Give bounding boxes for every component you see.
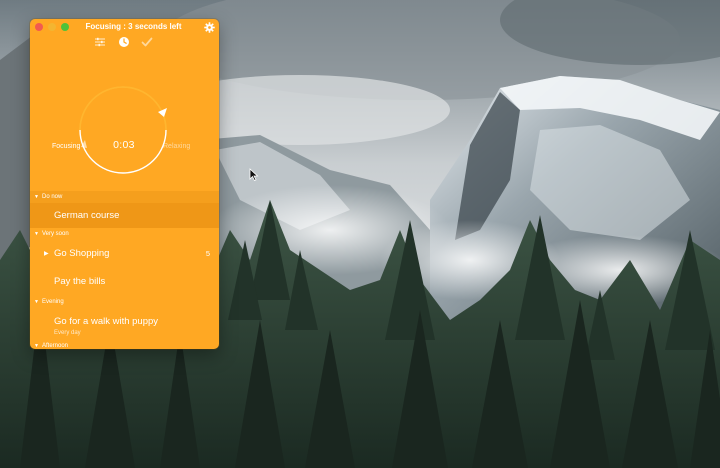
view-toolbar bbox=[30, 36, 219, 51]
minimize-button[interactable] bbox=[48, 23, 56, 31]
task-label: Go for a walk with puppy bbox=[54, 316, 159, 327]
triangle-down-icon: ▼ bbox=[34, 299, 39, 305]
triangle-down-icon: ▼ bbox=[34, 194, 39, 200]
section-header-do-now[interactable]: ▼ Do now bbox=[30, 191, 219, 203]
task-label: Go Shopping bbox=[54, 248, 110, 259]
task-list: ▼ Do now German course ▼ Very soon ▶ Go … bbox=[30, 191, 219, 349]
title-bar[interactable]: Focusing : 3 seconds left bbox=[30, 19, 219, 36]
section-label: Afternoon bbox=[42, 343, 69, 349]
close-button[interactable] bbox=[35, 23, 43, 31]
section-header-afternoon[interactable]: ▼ Afternoon bbox=[30, 340, 219, 349]
section-label: Very soon bbox=[42, 231, 69, 237]
checkmark-icon[interactable] bbox=[141, 36, 153, 48]
timer-ring bbox=[79, 86, 167, 174]
triangle-down-icon: ▼ bbox=[34, 231, 39, 237]
section-label: Evening bbox=[42, 299, 64, 305]
subtask-count: 5 bbox=[205, 249, 210, 258]
timer-panel: Focusing 0:03 Relaxing bbox=[30, 51, 219, 191]
task-row-walk-puppy[interactable]: Go for a walk with puppy Every day bbox=[30, 308, 219, 340]
gear-icon[interactable] bbox=[204, 22, 215, 33]
section-label: Do now bbox=[42, 194, 63, 200]
list-icon[interactable] bbox=[94, 36, 106, 48]
triangle-down-icon: ▼ bbox=[34, 343, 39, 349]
clock-icon[interactable] bbox=[118, 36, 130, 48]
window-title: Focusing : 3 seconds left bbox=[85, 22, 182, 31]
focus-app-window: Focusing : 3 seconds left Focusing 0:03 … bbox=[30, 19, 219, 349]
countdown-display: 0:03 bbox=[113, 139, 135, 151]
task-label: Pay the bills bbox=[54, 276, 106, 287]
arrow-cursor-icon bbox=[249, 168, 259, 181]
section-header-very-soon[interactable]: ▼ Very soon bbox=[30, 228, 219, 240]
task-label: German course bbox=[54, 210, 120, 221]
task-row-german-course[interactable]: German course bbox=[30, 203, 219, 228]
triangle-right-icon[interactable]: ▶ bbox=[44, 240, 49, 268]
section-header-evening[interactable]: ▼ Evening bbox=[30, 296, 219, 308]
focusing-label[interactable]: Focusing bbox=[52, 143, 80, 150]
task-row-pay-the-bills[interactable]: Pay the bills bbox=[30, 268, 219, 296]
relaxing-label[interactable]: Relaxing bbox=[163, 143, 190, 150]
task-repeat-label: Every day bbox=[54, 330, 81, 336]
task-row-go-shopping[interactable]: ▶ Go Shopping 5 bbox=[30, 240, 219, 268]
